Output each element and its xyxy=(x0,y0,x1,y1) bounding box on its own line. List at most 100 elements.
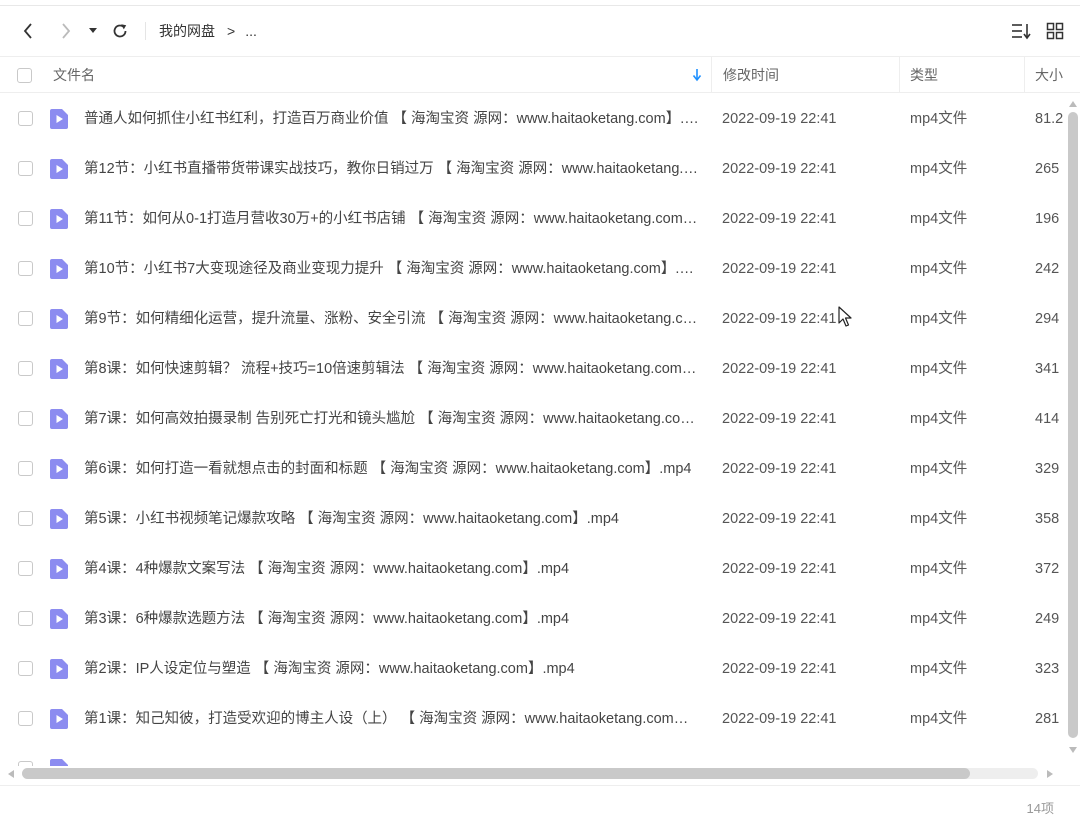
forward-button[interactable] xyxy=(56,20,76,42)
row-checkbox[interactable] xyxy=(18,711,33,726)
select-all-checkbox[interactable] xyxy=(17,67,32,83)
breadcrumb-more[interactable]: ... xyxy=(245,23,257,39)
file-name[interactable]: 第8课：如何快速剪辑？ 流程+技巧=10倍速剪辑法 【 海淘宝资 源网：www.… xyxy=(84,344,700,394)
file-type: mp4文件 xyxy=(910,361,968,377)
row-checkbox[interactable] xyxy=(18,411,33,426)
scroll-left-arrow-icon[interactable] xyxy=(7,769,15,779)
file-name[interactable]: 第7课：如何高效拍摄录制 告别死亡打光和镜头尴尬 【 海淘宝资 源网：www.h… xyxy=(84,394,700,444)
file-row[interactable]: 第3课：6种爆款选题方法 【 海淘宝资 源网：www.haitaoketang.… xyxy=(0,594,1064,644)
file-row[interactable]: 第5课：小红书视频笔记爆款攻略 【 海淘宝资 源网：www.haitaoketa… xyxy=(0,494,1064,544)
file-name[interactable]: 第6课：如何打造一看就想点击的封面和标题 【 海淘宝资 源网：www.haita… xyxy=(84,444,700,494)
column-divider[interactable] xyxy=(899,57,900,93)
row-checkbox[interactable] xyxy=(18,561,33,576)
type-column-label: 类型 xyxy=(910,67,938,83)
file-type: mp4文件 xyxy=(910,511,968,527)
file-name[interactable]: 第5课：小红书视频笔记爆款攻略 【 海淘宝资 源网：www.haitaoketa… xyxy=(84,494,700,544)
video-file-icon xyxy=(50,409,68,429)
name-column-header[interactable]: 文件名 xyxy=(53,57,95,93)
video-file-icon xyxy=(50,509,68,529)
file-name[interactable]: 第11节：如何从0-1打造月营收30万+的小红书店铺 【 海淘宝资 源网：www… xyxy=(84,194,700,244)
file-row[interactable]: 第7课：如何高效拍摄录制 告别死亡打光和镜头尴尬 【 海淘宝资 源网：www.h… xyxy=(0,394,1064,444)
refresh-icon xyxy=(113,24,127,38)
modified-column-header[interactable]: 修改时间 xyxy=(723,57,779,93)
file-size: 249 xyxy=(1035,611,1060,627)
size-column-label: 大小 xyxy=(1035,67,1063,83)
file-type: mp4文件 xyxy=(910,711,968,727)
grid-view-button[interactable] xyxy=(1044,20,1066,42)
file-row[interactable]: 第10节：小红书7大变现途径及商业变现力提升 【 海淘宝资 源网：www.hai… xyxy=(0,244,1064,294)
file-name[interactable]: 第2课：IP人设定位与塑造 【 海淘宝资 源网：www.haitaoketang… xyxy=(84,644,700,694)
file-modified-time: 2022-09-19 22:41 xyxy=(722,461,837,477)
video-file-icon xyxy=(50,209,68,229)
scroll-right-arrow-icon[interactable] xyxy=(1046,769,1054,779)
history-dropdown-button[interactable] xyxy=(85,20,101,42)
file-row[interactable]: 第2课：IP人设定位与塑造 【 海淘宝资 源网：www.haitaoketang… xyxy=(0,644,1064,694)
video-file-icon xyxy=(50,359,68,379)
toolbar: 我的网盘 > ... xyxy=(0,6,1080,56)
file-type: mp4文件 xyxy=(910,561,968,577)
vertical-scroll-thumb[interactable] xyxy=(1068,112,1078,738)
file-row[interactable]: 第6课：如何打造一看就想点击的封面和标题 【 海淘宝资 源网：www.haita… xyxy=(0,444,1064,494)
row-checkbox[interactable] xyxy=(18,511,33,526)
video-file-icon xyxy=(50,709,68,729)
file-name[interactable]: 第3课：6种爆款选题方法 【 海淘宝资 源网：www.haitaoketang.… xyxy=(84,594,700,644)
back-button[interactable] xyxy=(18,20,38,42)
horizontal-scroll-thumb[interactable] xyxy=(22,768,970,779)
file-row[interactable]: 第9节：如何精细化运营，提升流量、涨粉、安全引流 【 海淘宝资 源网：www.h… xyxy=(0,294,1064,344)
file-modified-time: 2022-09-19 22:41 xyxy=(722,211,837,227)
row-checkbox[interactable] xyxy=(18,111,33,126)
breadcrumb-root[interactable]: 我的网盘 xyxy=(159,21,215,41)
type-column-header[interactable]: 类型 xyxy=(910,57,938,93)
select-all-cell xyxy=(17,57,32,93)
file-row-partial[interactable] xyxy=(0,744,1064,766)
row-checkbox[interactable] xyxy=(18,461,33,476)
file-row[interactable]: 第11节：如何从0-1打造月营收30万+的小红书店铺 【 海淘宝资 源网：www… xyxy=(0,194,1064,244)
column-header: 文件名 修改时间 类型 大小 xyxy=(0,56,1080,93)
file-size: 323 xyxy=(1035,661,1060,677)
item-count: 14项 xyxy=(1026,801,1054,816)
row-checkbox[interactable] xyxy=(18,261,33,276)
status-bar: 14项 xyxy=(0,785,1080,825)
file-size: 81.2 xyxy=(1035,111,1064,127)
file-modified-time: 2022-09-19 22:41 xyxy=(722,611,837,627)
file-type: mp4文件 xyxy=(910,411,968,427)
scroll-down-arrow-icon[interactable] xyxy=(1068,746,1078,754)
video-file-icon xyxy=(50,459,68,479)
horizontal-scrollbar[interactable] xyxy=(0,764,1064,782)
vertical-scrollbar[interactable] xyxy=(1066,98,1080,758)
file-name[interactable]: 第12节：小红书直播带货带课实战技巧，教你日销过万 【 海淘宝资 源网：www.… xyxy=(84,144,700,194)
file-name[interactable]: 普通人如何抓住小红书红利，打造百万商业价值 【 海淘宝资 源网：www.hait… xyxy=(84,94,700,144)
breadcrumb: 我的网盘 > ... xyxy=(159,20,257,42)
video-file-icon xyxy=(50,559,68,579)
row-checkbox[interactable] xyxy=(18,611,33,626)
file-modified-time: 2022-09-19 22:41 xyxy=(722,311,837,327)
file-modified-time: 2022-09-19 22:41 xyxy=(722,411,837,427)
row-checkbox[interactable] xyxy=(18,211,33,226)
file-name[interactable]: 第1课：知己知彼，打造受欢迎的博主人设（上） 【 海淘宝资 源网：www.hai… xyxy=(84,694,700,744)
scroll-up-arrow-icon[interactable] xyxy=(1068,100,1078,108)
file-type: mp4文件 xyxy=(910,211,968,227)
file-row[interactable]: 第4课：4种爆款文案写法 【 海淘宝资 源网：www.haitaoketang.… xyxy=(0,544,1064,594)
file-name[interactable]: 第9节：如何精细化运营，提升流量、涨粉、安全引流 【 海淘宝资 源网：www.h… xyxy=(84,294,700,344)
file-name[interactable]: 第10节：小红书7大变现途径及商业变现力提升 【 海淘宝资 源网：www.hai… xyxy=(84,244,700,294)
file-row[interactable]: 第8课：如何快速剪辑？ 流程+技巧=10倍速剪辑法 【 海淘宝资 源网：www.… xyxy=(0,344,1064,394)
file-row[interactable]: 第1课：知己知彼，打造受欢迎的博主人设（上） 【 海淘宝资 源网：www.hai… xyxy=(0,694,1064,744)
modified-column-label: 修改时间 xyxy=(723,67,779,83)
row-checkbox[interactable] xyxy=(18,361,33,376)
sort-indicator xyxy=(692,57,702,93)
sort-button[interactable] xyxy=(1010,20,1032,42)
file-modified-time: 2022-09-19 22:41 xyxy=(722,261,837,277)
column-divider[interactable] xyxy=(1024,57,1025,93)
row-checkbox[interactable] xyxy=(18,661,33,676)
video-file-icon xyxy=(50,659,68,679)
file-name[interactable]: 第4课：4种爆款文案写法 【 海淘宝资 源网：www.haitaoketang.… xyxy=(84,544,700,594)
file-size: 341 xyxy=(1035,361,1060,377)
file-row[interactable]: 普通人如何抓住小红书红利，打造百万商业价值 【 海淘宝资 源网：www.hait… xyxy=(0,94,1064,144)
row-checkbox[interactable] xyxy=(18,161,33,176)
size-column-header[interactable]: 大小 xyxy=(1035,57,1063,93)
row-checkbox[interactable] xyxy=(18,311,33,326)
file-row[interactable]: 第12节：小红书直播带货带课实战技巧，教你日销过万 【 海淘宝资 源网：www.… xyxy=(0,144,1064,194)
column-divider[interactable] xyxy=(711,57,712,93)
refresh-button[interactable] xyxy=(110,20,130,42)
toolbar-separator xyxy=(145,22,146,40)
